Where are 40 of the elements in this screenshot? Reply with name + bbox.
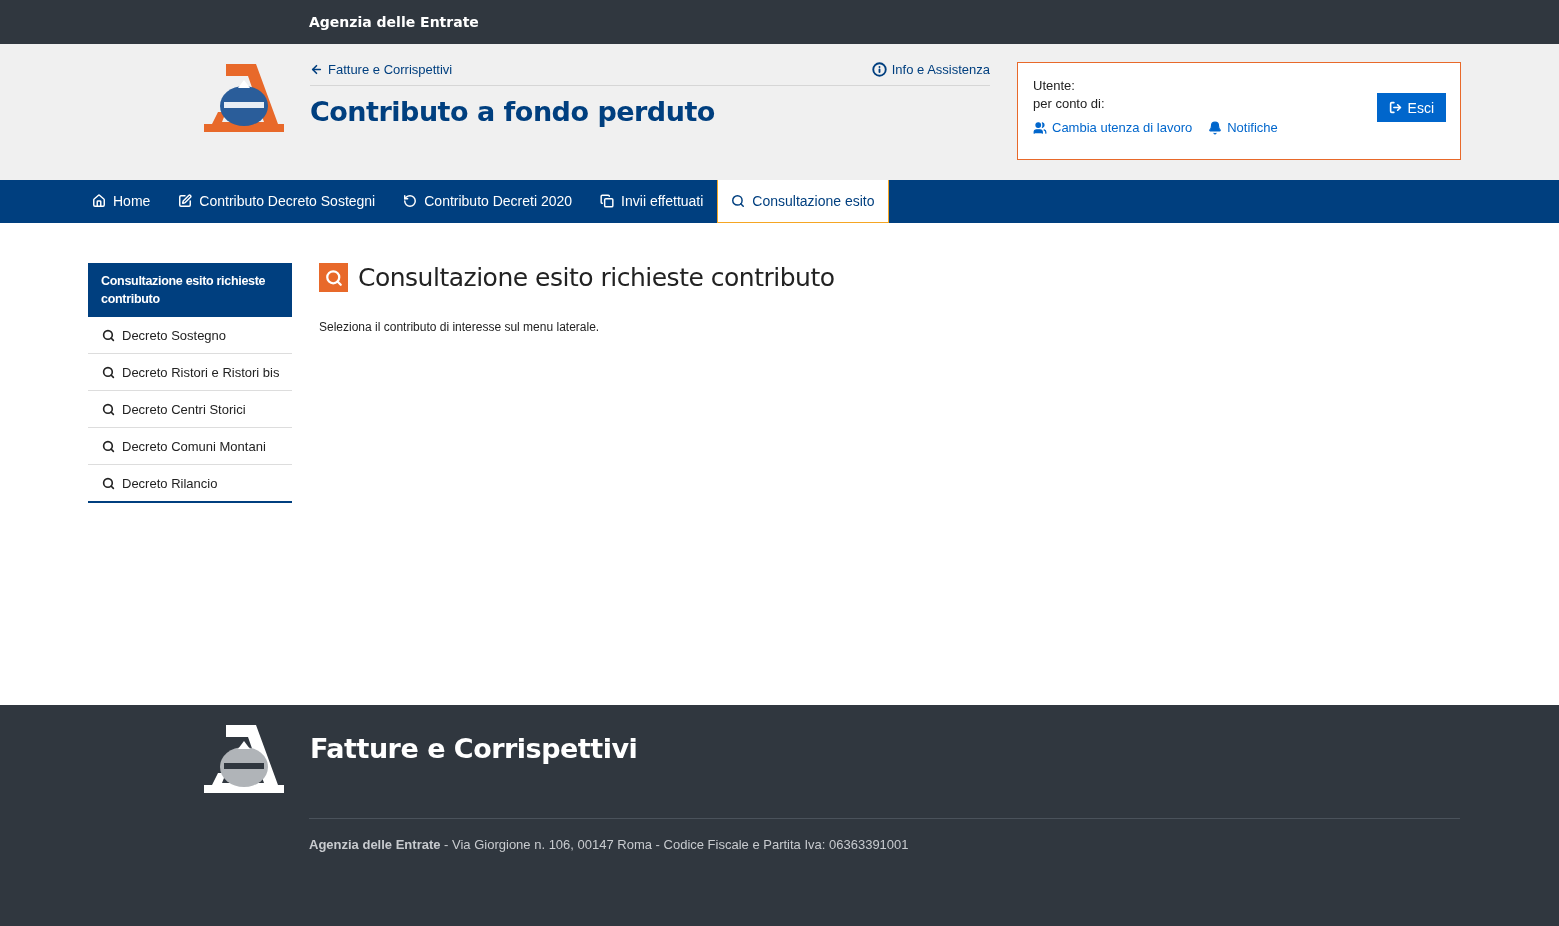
search-icon (319, 263, 348, 292)
search-icon (102, 365, 115, 379)
site-title: Agenzia delle Entrate (309, 14, 479, 30)
edit-icon (178, 194, 193, 208)
back-arrow-icon (310, 63, 323, 76)
undo-icon (403, 194, 418, 208)
users-icon (1033, 120, 1047, 135)
section-heading: Consultazione esito richieste contributo (358, 263, 835, 292)
info-link[interactable]: Info e Assistenza (871, 62, 990, 77)
logout-button[interactable]: Esci (1376, 93, 1446, 122)
sidebar-item[interactable]: Decreto Rilancio (88, 465, 292, 501)
sidebar-item[interactable]: Decreto Sostegno (88, 317, 292, 354)
user-link[interactable]: Notifiche (1208, 120, 1278, 135)
info-icon (871, 62, 887, 77)
nav-tab[interactable]: Home (78, 180, 165, 223)
nav-tab[interactable]: Contributo Decreti 2020 (389, 180, 587, 223)
sidebar-title: Consultazione esito richieste contributo (88, 263, 292, 317)
search-icon (102, 476, 115, 490)
home-icon (92, 194, 106, 208)
user-label: Utente: (1033, 77, 1076, 95)
search-icon (102, 439, 115, 453)
back-link[interactable]: Fatture e Corrispettivi (310, 62, 453, 77)
nav-tab[interactable]: Consultazione esito (717, 180, 889, 223)
footer-address: Agenzia delle Entrate - Via Giorgione n. 106, 00147 Roma - Codice Fiscale e Partita Iva: 06363391001 (309, 837, 910, 852)
sidebar-item[interactable]: Decreto Comuni Montani (88, 428, 292, 465)
on-behalf-label: per conto di: (1033, 95, 1105, 113)
logout-icon (1388, 101, 1402, 114)
bell-icon (1208, 120, 1223, 135)
sidebar-item[interactable]: Decreto Centri Storici (88, 391, 292, 428)
page-title: Contributo a fondo perduto (310, 96, 716, 127)
nav-tab[interactable]: Invii effettuati (586, 180, 718, 223)
search-icon (102, 328, 115, 342)
sidebar-item[interactable]: Decreto Ristori e Ristori bis (88, 354, 292, 391)
nav-tab[interactable]: Contributo Decreto Sostegni (164, 180, 390, 223)
instruction-text: Seleziona il contributo di interesse sul menu laterale. (319, 320, 601, 334)
search-icon (731, 194, 746, 208)
copy-icon (600, 194, 615, 208)
footer-title: Fatture e Corrispettivi (310, 733, 638, 766)
user-link[interactable]: Cambia utenza di lavoro (1033, 120, 1193, 135)
search-icon (102, 402, 115, 416)
